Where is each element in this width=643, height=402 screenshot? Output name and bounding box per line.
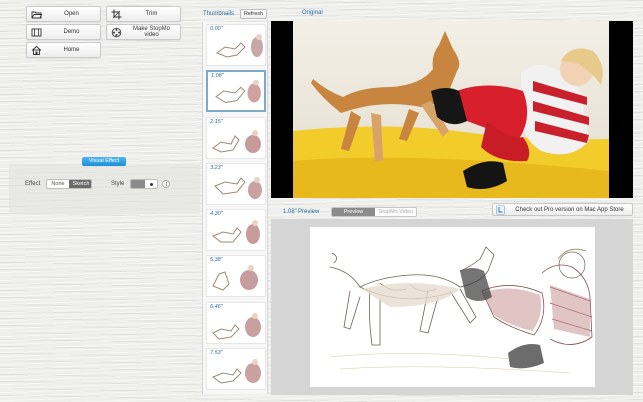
open-button[interactable]: Open <box>26 6 101 22</box>
sketch-preview-image <box>310 227 595 387</box>
style-option-1[interactable] <box>131 180 145 188</box>
thumbnail-time: 3.23" <box>210 165 223 171</box>
crop-icon <box>111 9 122 20</box>
thumbnails-title: Thumbnails <box>203 11 235 17</box>
effect-option-sketch[interactable]: Sketch <box>69 180 91 188</box>
thumbnail-time: 7.53" <box>210 350 223 356</box>
refresh-button[interactable]: Refresh <box>240 9 267 19</box>
pro-version-label: Check out Pro version on Mac App Store <box>515 206 624 213</box>
visual-effect-panel <box>9 164 200 214</box>
thumbnail-list: 0.00" 1.08" 2.15" 3.23" 4.30" 5.38" 6.46… <box>202 22 268 394</box>
tab-preview[interactable]: Preview <box>332 208 375 216</box>
film-reel-icon <box>111 27 122 38</box>
visual-effect-title: Visual Effect <box>82 157 126 166</box>
thumbnail-item[interactable]: 4.30" <box>206 209 266 251</box>
tab-stopmo-video[interactable]: StopMo Video <box>375 208 416 216</box>
sketch-image <box>329 246 593 374</box>
demo-label: Demo <box>63 29 80 35</box>
demo-button[interactable]: Demo <box>26 24 101 40</box>
make-stopmo-button[interactable]: Make StopMo video <box>106 24 181 40</box>
thumbnail-time: 6.46" <box>210 304 223 310</box>
original-photo <box>271 21 633 198</box>
thumbnail-item-selected[interactable]: 1.08" <box>206 70 266 112</box>
trim-label: Trim <box>145 11 158 17</box>
home-icon <box>31 45 42 55</box>
original-photo-frame <box>271 21 633 198</box>
thumbnail-item[interactable]: 3.23" <box>206 163 266 205</box>
trim-button[interactable]: Trim <box>106 6 181 22</box>
folder-icon <box>31 11 42 19</box>
thumbnail-time: 0.00" <box>210 26 223 32</box>
app-store-icon <box>496 205 505 215</box>
home-button[interactable]: Home <box>26 42 101 58</box>
preview-title: Preview <box>298 209 320 215</box>
film-icon <box>31 28 42 37</box>
style-option-2[interactable] <box>145 180 157 188</box>
thumbnail-time: 4.30" <box>210 211 223 217</box>
style-info-button[interactable] <box>162 180 170 188</box>
preview-mode-tabs: Preview StopMo Video <box>331 207 417 217</box>
effect-label: Effect <box>25 181 41 187</box>
effect-option-none[interactable]: None <box>47 180 69 188</box>
home-label: Home <box>63 47 80 53</box>
pro-version-button[interactable]: Check out Pro version on Mac App Store <box>492 203 633 216</box>
original-title: Original <box>302 10 323 16</box>
style-label: Style <box>111 181 125 187</box>
thumbnail-item[interactable]: 2.15" <box>206 117 266 159</box>
thumbnail-time: 5.38" <box>210 257 223 263</box>
thumbnail-time: 1.08" <box>211 73 224 79</box>
preview-time-label: 1.08" <box>283 209 297 215</box>
thumbnail-item[interactable]: 6.46" <box>206 302 266 344</box>
effect-segmented-control: None Sketch <box>46 179 92 189</box>
make-stopmo-label: Make StopMo video <box>132 26 171 38</box>
thumbnail-item[interactable]: 0.00" <box>206 24 266 66</box>
open-label: Open <box>64 11 79 17</box>
dot-icon <box>150 182 153 186</box>
thumbnail-item[interactable]: 5.38" <box>206 255 266 297</box>
style-segmented-control <box>130 179 158 189</box>
thumbnail-time: 2.15" <box>210 119 223 125</box>
thumbnail-item[interactable]: 7.53" <box>206 348 266 390</box>
info-icon <box>165 182 167 186</box>
